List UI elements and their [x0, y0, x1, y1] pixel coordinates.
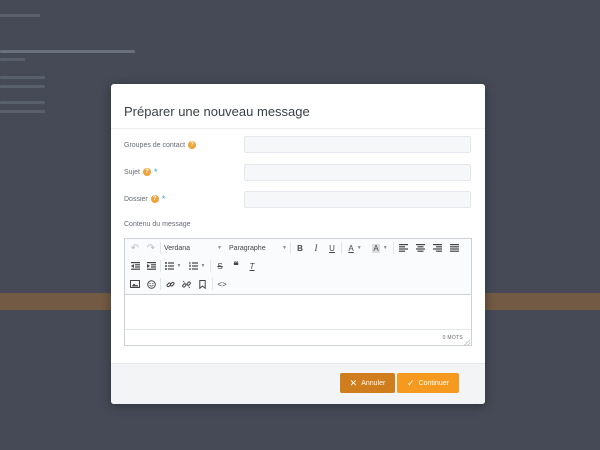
chevron-down-icon: ▼ [282, 245, 287, 251]
link-icon[interactable] [163, 277, 177, 291]
background-color-glyph: A [372, 243, 380, 253]
close-icon: ✕ [349, 377, 358, 388]
bookmark-icon[interactable] [195, 277, 209, 291]
folder-field[interactable] [244, 191, 471, 208]
contact-groups-field[interactable] [244, 136, 471, 153]
subject-field[interactable] [244, 164, 471, 181]
image-icon[interactable] [128, 277, 142, 291]
folder-label-text: Dossier [124, 195, 148, 203]
toolbar-separator [212, 278, 213, 290]
chevron-down-icon: ▼ [176, 263, 182, 269]
continue-button[interactable]: ✓ Continuer [397, 373, 459, 393]
modal-footer: ✕ Annuler ✓ Continuer [111, 363, 485, 404]
toolbar-separator [341, 242, 342, 254]
indent-icon[interactable] [144, 259, 158, 273]
groups-label-text: Groupes de contact [124, 141, 186, 149]
background-text-line [0, 58, 25, 61]
outdent-icon[interactable] [128, 259, 142, 273]
content-label: Contenu du message [124, 220, 191, 228]
block-format-select[interactable]: Paragraphe ▼ [229, 241, 287, 255]
background-text-line [0, 101, 45, 104]
help-icon[interactable]: ? [188, 141, 197, 149]
required-star-icon: * [153, 167, 158, 177]
toolbar-separator [160, 260, 161, 272]
toolbar-separator [290, 242, 291, 254]
align-left-icon[interactable] [396, 241, 410, 255]
subject-label-text: Sujet [124, 168, 140, 176]
redo-icon[interactable]: ↷ [144, 241, 158, 255]
background-text-line [0, 85, 45, 88]
source-code-icon[interactable]: <> [215, 277, 229, 291]
title-divider [111, 128, 485, 129]
background-text-line [0, 76, 45, 79]
toolbar-separator [160, 242, 161, 254]
background-text-line [0, 50, 135, 53]
clear-formatting-icon[interactable]: T [245, 259, 259, 273]
cancel-button[interactable]: ✕ Annuler [340, 373, 395, 393]
undo-icon[interactable]: ↶ [128, 241, 142, 255]
new-message-modal: Préparer une nouveau message Groupes de … [111, 84, 485, 404]
italic-icon[interactable]: I [309, 241, 323, 255]
word-count: 0 MOTS [442, 335, 463, 341]
text-color-glyph: A [348, 243, 354, 253]
help-icon[interactable]: ? [142, 168, 151, 176]
editor-toolbar: ↶ ↷ Verdana ▼ Paragraphe ▼ B I U A▼ A▼ [125, 239, 471, 295]
chevron-down-icon: ▼ [217, 245, 222, 251]
align-justify-icon[interactable] [447, 241, 461, 255]
block-format-value: Paragraphe [229, 244, 266, 252]
emoticon-icon[interactable] [144, 277, 158, 291]
required-star-icon: * [161, 194, 166, 204]
editor-statusbar: 0 MOTS [125, 329, 471, 346]
font-family-value: Verdana [164, 244, 191, 252]
bold-icon[interactable]: B [293, 241, 307, 255]
font-family-select[interactable]: Verdana ▼ [164, 241, 222, 255]
modal-title: Préparer une nouveau message [124, 104, 310, 119]
align-center-icon[interactable] [413, 241, 427, 255]
chevron-down-icon: ▼ [200, 263, 206, 269]
groups-label: Groupes de contact ? [124, 140, 197, 150]
subject-label: Sujet ? * [124, 167, 157, 177]
chevron-down-icon: ▼ [356, 245, 362, 251]
continue-button-label: Continuer [418, 379, 449, 387]
check-icon: ✓ [407, 377, 415, 388]
toolbar-separator [393, 242, 394, 254]
chevron-down-icon: ▼ [382, 245, 388, 251]
folder-label: Dossier ? * [124, 194, 165, 204]
blockquote-icon[interactable]: ❝ [229, 259, 243, 273]
toolbar-separator [160, 278, 161, 290]
help-icon[interactable]: ? [150, 195, 159, 203]
message-body-editor[interactable] [125, 295, 471, 329]
underline-icon[interactable]: U [325, 241, 339, 255]
strikethrough-icon[interactable]: S [213, 259, 227, 273]
toolbar-separator [210, 260, 211, 272]
bullet-list-icon[interactable]: ▼ [163, 259, 183, 273]
numbered-list-icon[interactable]: ▼ [187, 259, 207, 273]
background-text-line [0, 14, 40, 17]
resize-handle-icon[interactable] [464, 339, 470, 345]
cancel-button-label: Annuler [361, 379, 386, 387]
unlink-icon[interactable] [179, 277, 193, 291]
background-color-icon[interactable]: A ▼ [369, 241, 391, 255]
text-color-icon[interactable]: A ▼ [344, 241, 366, 255]
align-right-icon[interactable] [430, 241, 444, 255]
message-editor: ↶ ↷ Verdana ▼ Paragraphe ▼ B I U A▼ A▼ [124, 238, 472, 346]
background-text-line [0, 110, 45, 113]
